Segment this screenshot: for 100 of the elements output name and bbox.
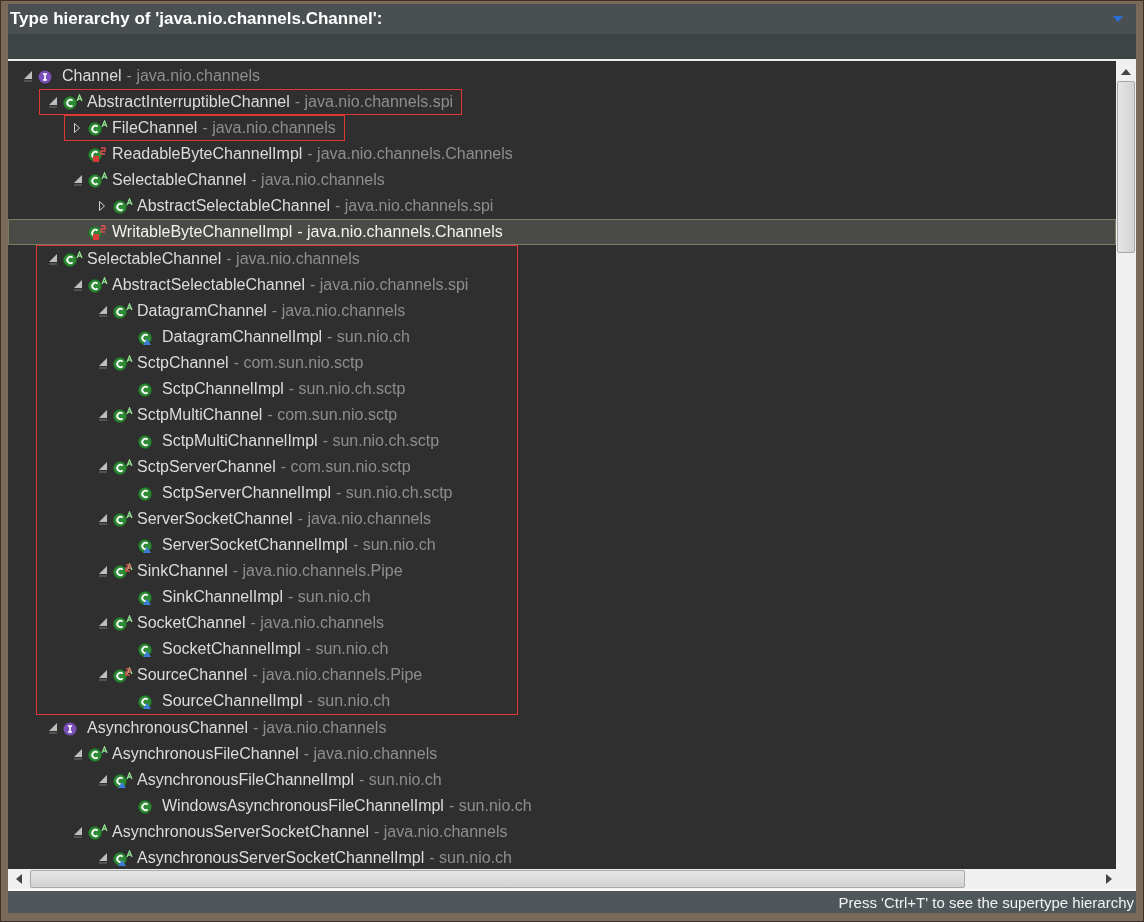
tree-item[interactable]: SourceChannelImpl - sun.nio.ch bbox=[114, 688, 400, 714]
expanded-arrow-icon[interactable] bbox=[98, 409, 108, 421]
package-name: - sun.nio.ch bbox=[327, 328, 410, 346]
collapsed-arrow-icon[interactable] bbox=[73, 122, 81, 134]
tree-item[interactable]: ServerSocketChannelImpl - sun.nio.ch bbox=[114, 532, 445, 558]
type-name: ServerSocketChannel bbox=[137, 510, 293, 528]
type-name: SctpChannel bbox=[137, 354, 229, 372]
type-name: AsynchronousFileChannel bbox=[112, 745, 299, 763]
package-name: - sun.nio.ch bbox=[307, 692, 391, 710]
tree-item[interactable]: AbstractInterruptibleChannel - java.nio.channels.spi bbox=[39, 89, 463, 115]
type-name: SourceChannelImpl bbox=[162, 692, 303, 710]
tree-item[interactable]: AsynchronousFileChannelImpl - sun.nio.ch bbox=[89, 767, 451, 793]
expanded-arrow-icon[interactable] bbox=[48, 253, 58, 265]
tree-item[interactable]: DatagramChannel - java.nio.channels bbox=[89, 298, 415, 324]
expanded-arrow-icon[interactable] bbox=[98, 565, 108, 577]
type-name: SctpMultiChannel bbox=[137, 406, 263, 424]
tree-item[interactable]: Channel - java.nio.channels bbox=[14, 63, 270, 89]
expanded-arrow-icon[interactable] bbox=[23, 70, 33, 82]
class-icon bbox=[112, 771, 134, 789]
tree-item[interactable]: WritableByteChannelImpl - java.nio.channels.Channels bbox=[8, 219, 1116, 245]
class-icon bbox=[62, 250, 84, 268]
tree-item[interactable]: SctpChannelImpl - sun.nio.ch.sctp bbox=[114, 376, 415, 402]
expanded-arrow-icon[interactable] bbox=[73, 174, 83, 186]
class-icon bbox=[112, 406, 134, 424]
package-name: - java.nio.channels bbox=[374, 823, 508, 841]
class-icon bbox=[112, 302, 134, 320]
scroll-thumb[interactable] bbox=[30, 870, 965, 888]
scroll-right-icon[interactable] bbox=[1106, 874, 1112, 884]
type-name: ReadableByteChannelImpl bbox=[112, 145, 303, 163]
class-icon bbox=[87, 145, 109, 163]
class-icon bbox=[112, 458, 134, 476]
expanded-arrow-icon[interactable] bbox=[48, 96, 58, 108]
expanded-arrow-icon[interactable] bbox=[73, 279, 83, 291]
type-name: DatagramChannelImpl bbox=[162, 328, 323, 346]
class-icon bbox=[87, 223, 109, 241]
scroll-left-icon[interactable] bbox=[16, 874, 22, 884]
package-name: - sun.nio.ch bbox=[352, 536, 436, 554]
tree-item[interactable]: ReadableByteChannelImpl - java.nio.channels.Channels bbox=[64, 141, 522, 167]
type-name: AbstractSelectableChannel bbox=[112, 276, 305, 294]
scroll-up-icon[interactable] bbox=[1121, 69, 1131, 75]
package-name: - sun.nio.ch bbox=[429, 849, 512, 867]
tree-item[interactable]: AsynchronousServerSocketChannel - java.nio.channels bbox=[64, 819, 517, 845]
type-name: DatagramChannel bbox=[137, 302, 267, 320]
tree-item[interactable]: SinkChannelImpl - sun.nio.ch bbox=[114, 584, 380, 610]
tree-item[interactable]: SctpChannel - com.sun.nio.sctp bbox=[89, 350, 373, 376]
type-name: SinkChannelImpl bbox=[162, 588, 283, 606]
tree-item[interactable]: DatagramChannelImpl - sun.nio.ch bbox=[114, 324, 419, 350]
collapsed-arrow-icon[interactable] bbox=[98, 200, 106, 212]
expanded-arrow-icon[interactable] bbox=[48, 722, 58, 734]
tree-item[interactable]: AbstractSelectableChannel - java.nio.channels.spi bbox=[89, 193, 503, 219]
type-name: WritableByteChannelImpl bbox=[112, 223, 293, 241]
tree-item[interactable]: SctpMultiChannelImpl - sun.nio.ch.sctp bbox=[114, 428, 449, 454]
tree-item[interactable]: ServerSocketChannel - java.nio.channels bbox=[89, 506, 441, 532]
tree-item[interactable]: SinkChannel - java.nio.channels.Pipe bbox=[89, 558, 412, 584]
package-name: - com.sun.nio.sctp bbox=[233, 354, 364, 372]
package-name: - sun.nio.ch bbox=[305, 640, 389, 658]
expanded-arrow-icon[interactable] bbox=[98, 461, 108, 473]
type-name: SctpServerChannelImpl bbox=[162, 484, 331, 502]
expanded-arrow-icon[interactable] bbox=[73, 748, 83, 760]
package-name: - sun.nio.ch.sctp bbox=[322, 432, 440, 450]
expanded-arrow-icon[interactable] bbox=[98, 513, 108, 525]
expanded-arrow-icon[interactable] bbox=[98, 774, 108, 786]
package-name: - java.nio.channels bbox=[253, 719, 387, 737]
expanded-arrow-icon[interactable] bbox=[98, 669, 108, 681]
package-name: - java.nio.channels bbox=[297, 510, 432, 528]
type-name: Channel bbox=[62, 67, 122, 85]
tree-item[interactable]: SelectableChannel - java.nio.channels bbox=[64, 167, 394, 193]
tree-item[interactable]: WindowsAsynchronousFileChannelImpl - sun.nio.ch bbox=[114, 793, 541, 819]
expanded-arrow-icon[interactable] bbox=[98, 852, 108, 864]
scroll-thumb[interactable] bbox=[1117, 81, 1135, 253]
tree-item[interactable]: SctpServerChannelImpl - sun.nio.ch.sctp bbox=[114, 480, 462, 506]
package-name: - java.nio.channels bbox=[271, 302, 406, 320]
tree-item[interactable]: AsynchronousChannel - java.nio.channels bbox=[39, 715, 396, 741]
package-name: - java.nio.channels bbox=[303, 745, 438, 763]
tree-item[interactable]: AsynchronousServerSocketChannelImpl - sun.nio.ch bbox=[89, 845, 521, 869]
horizontal-scrollbar[interactable] bbox=[8, 869, 1136, 891]
expanded-arrow-icon[interactable] bbox=[73, 826, 83, 838]
class-icon bbox=[87, 823, 109, 841]
class-icon bbox=[87, 745, 109, 763]
expanded-arrow-icon[interactable] bbox=[98, 305, 108, 317]
tree-item[interactable]: SourceChannel - java.nio.channels.Pipe bbox=[89, 662, 432, 688]
tree-item[interactable]: SelectableChannel - java.nio.channels bbox=[39, 246, 369, 272]
expanded-arrow-icon[interactable] bbox=[98, 357, 108, 369]
tree-item[interactable]: SocketChannelImpl - sun.nio.ch bbox=[114, 636, 398, 662]
package-name: - sun.nio.ch bbox=[287, 588, 371, 606]
tree-item[interactable]: FileChannel - java.nio.channels bbox=[64, 115, 345, 141]
vertical-scrollbar[interactable] bbox=[1116, 61, 1136, 869]
tree-item[interactable]: AbstractSelectableChannel - java.nio.channels.spi bbox=[64, 272, 478, 298]
tree-item[interactable]: AsynchronousFileChannel - java.nio.channels bbox=[64, 741, 447, 767]
class-icon bbox=[112, 354, 134, 372]
type-name: SourceChannel bbox=[137, 666, 248, 684]
tree-item[interactable]: SctpServerChannel - com.sun.nio.sctp bbox=[89, 454, 420, 480]
type-name: AsynchronousServerSocketChannel bbox=[112, 823, 370, 841]
package-name: - java.nio.channels.spi bbox=[310, 276, 469, 294]
package-name: - java.nio.channels.Pipe bbox=[252, 666, 423, 684]
tree-item[interactable]: SocketChannel - java.nio.channels bbox=[89, 610, 393, 636]
tree-item[interactable]: SctpMultiChannel - com.sun.nio.sctp bbox=[89, 402, 407, 428]
expanded-arrow-icon[interactable] bbox=[98, 617, 108, 629]
package-name: - java.nio.channels.spi bbox=[294, 93, 454, 111]
class-icon bbox=[112, 614, 134, 632]
